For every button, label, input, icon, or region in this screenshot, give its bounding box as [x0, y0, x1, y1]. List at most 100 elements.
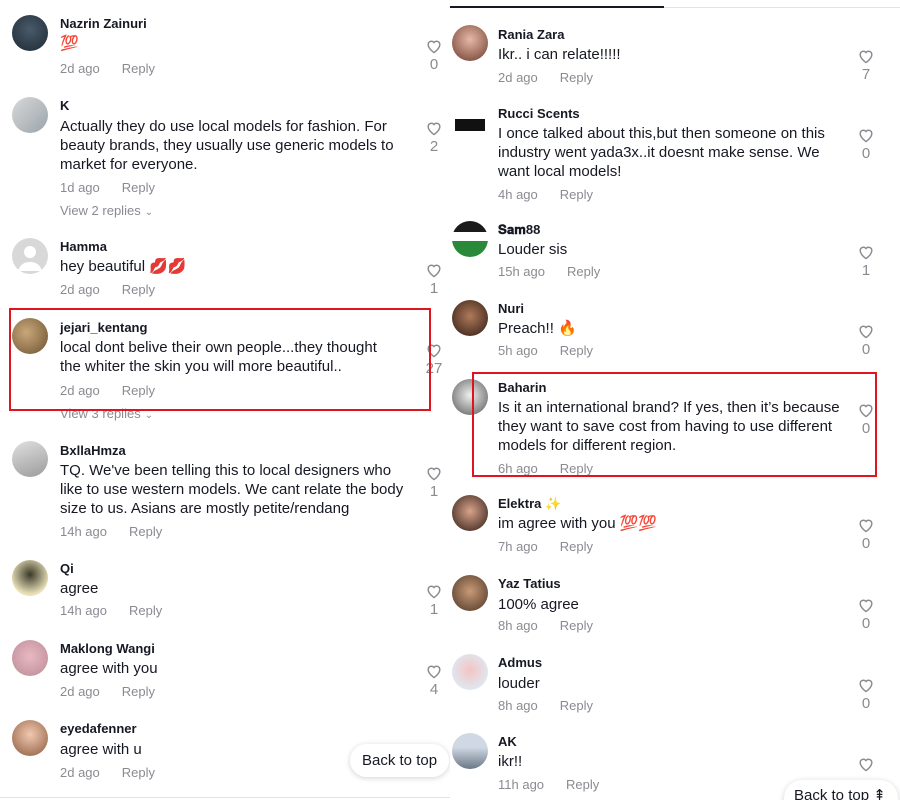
comment-text: 100% agree	[498, 596, 579, 613]
like-button[interactable]: 1	[422, 262, 446, 298]
like-count: 7	[861, 66, 871, 83]
heart-outline-icon	[427, 264, 441, 278]
like-button[interactable]	[854, 756, 878, 772]
reply-button[interactable]: Reply	[560, 539, 593, 554]
comment-meta: 8h ago Reply	[498, 618, 593, 633]
comment-text: 💯	[60, 35, 79, 52]
avatar[interactable]	[12, 318, 48, 354]
comment-username[interactable]: Yaz Tatius	[498, 576, 561, 591]
heart-outline-icon	[859, 246, 873, 260]
reply-button[interactable]: Reply	[560, 698, 593, 713]
like-button[interactable]: 0	[854, 597, 878, 633]
like-count: 0	[861, 535, 871, 552]
comment-username[interactable]: Elektra ✨	[498, 496, 561, 512]
like-button[interactable]: 0	[854, 323, 878, 359]
comment-username[interactable]: Hamma	[60, 239, 107, 254]
view-replies-button[interactable]: View 2 replies ⌄	[60, 203, 153, 218]
reply-button[interactable]: Reply	[122, 684, 155, 699]
comment-username[interactable]: Admus	[498, 655, 542, 670]
heart-outline-icon	[859, 50, 873, 64]
avatar[interactable]	[452, 300, 488, 336]
comment-username[interactable]: eyedafenner	[60, 721, 137, 736]
avatar[interactable]	[452, 575, 488, 611]
brand-logo[interactable]	[455, 119, 485, 131]
reply-button[interactable]: Reply	[129, 524, 162, 539]
like-button[interactable]: 7	[854, 48, 878, 84]
comment-username[interactable]: Nazrin Zainuri	[60, 16, 147, 31]
reply-button[interactable]: Reply	[560, 343, 593, 358]
right-comment-panel: Rania Zara Ikr.. i can relate!!!!! 2d ag…	[450, 0, 900, 800]
comment-username[interactable]: Rucci Scents	[498, 106, 580, 121]
heart-outline-icon	[859, 519, 873, 533]
back-to-top-button[interactable]: Back to top ⇞	[784, 780, 898, 800]
avatar[interactable]	[452, 495, 488, 531]
comment-username[interactable]: Maklong Wangi	[60, 641, 155, 656]
comment-text: Is it an international brand? If yes, th…	[498, 399, 840, 454]
comment-time: 8h ago	[498, 618, 538, 633]
like-button[interactable]: 2	[422, 120, 446, 156]
like-count: 27	[425, 360, 443, 377]
like-button[interactable]: 0	[854, 677, 878, 713]
avatar[interactable]	[452, 379, 488, 415]
reply-button[interactable]: Reply	[129, 603, 162, 618]
comment-username[interactable]: AK	[498, 734, 517, 749]
avatar[interactable]	[12, 640, 48, 676]
comment-username[interactable]: Qi	[60, 561, 74, 576]
comment-time: 6h ago	[498, 461, 538, 476]
avatar[interactable]	[12, 560, 48, 596]
avatar[interactable]	[12, 720, 48, 756]
like-button[interactable]: 0	[854, 127, 878, 163]
like-count: 1	[429, 280, 439, 297]
back-to-top-button[interactable]: Back to top	[350, 744, 450, 777]
like-button[interactable]: 1	[422, 465, 446, 501]
reply-button[interactable]: Reply	[122, 180, 155, 195]
comment-time: 2d ago	[60, 765, 100, 780]
comment-meta: 2d ago Reply	[60, 684, 155, 699]
comment-meta: 2d ago Reply	[60, 282, 155, 297]
reply-button[interactable]: Reply	[560, 187, 593, 202]
reply-button[interactable]: Reply	[122, 61, 155, 76]
reply-button[interactable]: Reply	[122, 383, 155, 398]
like-button[interactable]: 4	[422, 663, 446, 699]
comment-time: 5h ago	[498, 343, 538, 358]
comment-username[interactable]: jejari_kentang	[60, 320, 147, 335]
comment-username[interactable]: K	[60, 98, 69, 113]
like-count: 1	[861, 262, 871, 279]
comment-username[interactable]: Baharin	[498, 380, 546, 395]
avatar[interactable]	[12, 15, 48, 51]
comment-username[interactable]: BxllaHmza	[60, 443, 126, 458]
avatar[interactable]	[452, 25, 488, 61]
like-button[interactable]: 1	[422, 583, 446, 619]
tab-indicator	[450, 6, 664, 8]
reply-button[interactable]: Reply	[560, 618, 593, 633]
reply-button[interactable]: Reply	[122, 765, 155, 780]
like-button[interactable]: 27	[422, 342, 446, 378]
comment-meta: 7h ago Reply	[498, 539, 593, 554]
comment-time: 2d ago	[498, 70, 538, 85]
comment-meta: 8h ago Reply	[498, 698, 593, 713]
avatar[interactable]	[452, 733, 488, 769]
heart-outline-icon	[859, 679, 873, 693]
reply-button[interactable]: Reply	[560, 461, 593, 476]
like-button[interactable]: 0	[854, 402, 878, 438]
reply-button[interactable]: Reply	[122, 282, 155, 297]
like-count: 2	[429, 138, 439, 155]
view-replies-button[interactable]: View 3 replies ⌄	[60, 406, 153, 421]
comment-username[interactable]: 𝐒𝐚𝐦88	[498, 222, 540, 238]
reply-button[interactable]: Reply	[566, 777, 599, 792]
reply-button[interactable]: Reply	[567, 264, 600, 279]
comment-username[interactable]: Rania Zara	[498, 27, 564, 42]
comment-text: I once talked about this,but then someon…	[498, 125, 825, 180]
avatar[interactable]	[452, 654, 488, 690]
avatar[interactable]	[452, 221, 488, 257]
like-button[interactable]: 0	[854, 517, 878, 553]
avatar[interactable]	[12, 97, 48, 133]
comment-meta: 14h ago Reply	[60, 603, 162, 618]
comment-username[interactable]: Nuri	[498, 301, 524, 316]
avatar[interactable]	[12, 238, 48, 274]
reply-button[interactable]: Reply	[560, 70, 593, 85]
avatar[interactable]	[12, 441, 48, 477]
like-button[interactable]: 0	[422, 38, 446, 74]
like-count: 0	[861, 695, 871, 712]
like-button[interactable]: 1	[854, 244, 878, 280]
